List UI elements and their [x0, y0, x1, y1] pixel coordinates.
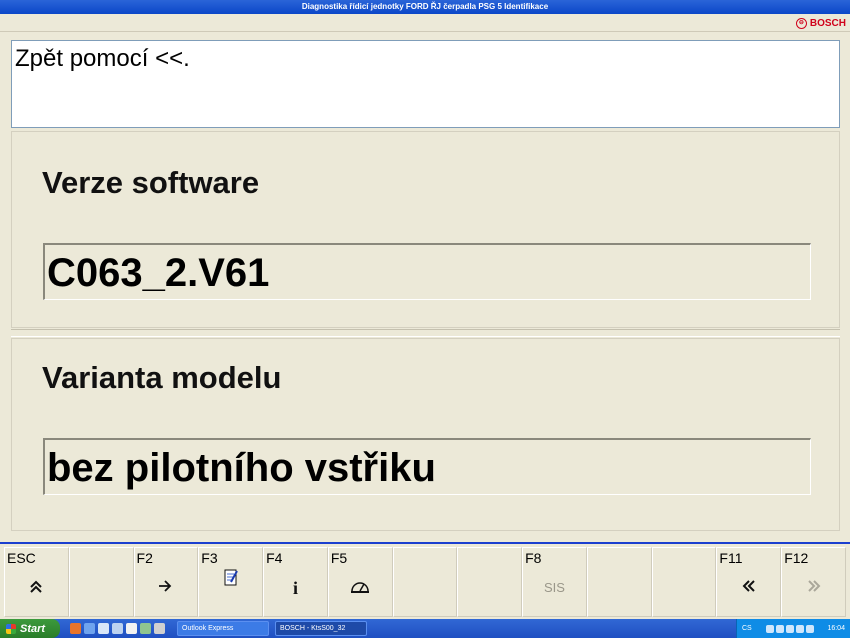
media-icon[interactable]	[112, 623, 123, 634]
show-desktop-icon[interactable]	[98, 623, 109, 634]
brand-name: BOSCH	[809, 17, 846, 29]
f12-key: F12	[781, 547, 846, 617]
software-version-panel: Verze software C063_2.V61	[11, 131, 840, 328]
system-tray: CS 16:04	[736, 619, 850, 638]
model-variant-panel: Varianta modelu bez pilotního vstřiku	[11, 338, 840, 531]
tray-icon-4[interactable]	[795, 624, 804, 633]
bosch-logo: ⊖ BOSCH	[795, 16, 846, 30]
f4-key-label: F4	[266, 550, 283, 566]
sis-label: SIS	[544, 580, 565, 595]
f5-key-label: F5	[330, 550, 348, 566]
double-up-chevron-icon	[5, 578, 68, 599]
app-icon-1[interactable]	[126, 623, 137, 634]
windows-logo-icon	[6, 623, 16, 634]
software-version-label: Verze software	[42, 165, 260, 200]
window-title: Diagnostika řídicí jednotky FORD ŘJ čerp…	[0, 0, 850, 14]
panel-divider	[11, 329, 840, 337]
brand-bar: ⊖ BOSCH	[0, 14, 850, 32]
empty-key-10	[651, 547, 717, 617]
double-left-chevron-icon	[717, 578, 780, 599]
tray-icon-5[interactable]	[805, 624, 814, 633]
taskbar: Start Outlook Express BOSCH - KtsS00_32 …	[0, 619, 850, 638]
app-icon-3[interactable]	[154, 623, 165, 634]
task-bosch[interactable]: BOSCH - KtsS00_32	[275, 621, 367, 636]
tray-icon-1[interactable]	[765, 624, 774, 633]
notepad-icon	[199, 568, 262, 593]
f5-key[interactable]: F5	[327, 547, 393, 617]
tray-icon-2[interactable]	[775, 624, 784, 633]
f11-key-label: F11	[719, 550, 743, 566]
clock[interactable]: 16:04	[827, 625, 845, 632]
double-right-chevron-icon	[782, 578, 845, 599]
task-outlook-express[interactable]: Outlook Express	[177, 621, 269, 636]
f4-key[interactable]: F4 i	[263, 547, 328, 617]
f8-key: F8 SIS	[522, 547, 587, 617]
start-label: Start	[20, 622, 46, 635]
function-key-bar: ESC F2 F3 F4 i F5 F8 SIS F11 F12	[0, 542, 850, 618]
info-icon: i	[292, 578, 298, 598]
esc-key[interactable]: ESC	[4, 547, 69, 617]
bosch-armature-icon: ⊖	[795, 17, 807, 29]
enter-arrow-icon	[135, 578, 198, 599]
f3-key-label: F3	[201, 550, 218, 566]
esc-key-label: ESC	[7, 550, 36, 566]
empty-key-1	[68, 547, 134, 617]
quick-launch	[70, 623, 165, 634]
f12-key-label: F12	[784, 550, 809, 566]
empty-key-9	[586, 547, 652, 617]
help-text-box: Zpět pomocí <<.	[11, 40, 840, 128]
gauge-icon	[329, 578, 392, 599]
tray-icon-3[interactable]	[785, 624, 794, 633]
app-icon-2[interactable]	[140, 623, 151, 634]
firefox-icon[interactable]	[70, 623, 81, 634]
software-version-value: C063_2.V61	[43, 243, 811, 300]
f11-key[interactable]: F11	[716, 547, 782, 617]
tray-icons	[765, 624, 814, 633]
empty-key-6	[392, 547, 458, 617]
f8-key-label: F8	[525, 550, 542, 566]
model-variant-label: Varianta modelu	[42, 360, 282, 395]
language-indicator[interactable]: CS	[742, 625, 752, 632]
empty-key-7	[457, 547, 523, 617]
ie-icon[interactable]	[84, 623, 95, 634]
f2-key-label: F2	[136, 550, 153, 566]
f3-key[interactable]: F3	[198, 547, 264, 617]
f2-key[interactable]: F2	[133, 547, 199, 617]
start-button[interactable]: Start	[0, 619, 60, 638]
model-variant-value: bez pilotního vstřiku	[43, 438, 811, 495]
